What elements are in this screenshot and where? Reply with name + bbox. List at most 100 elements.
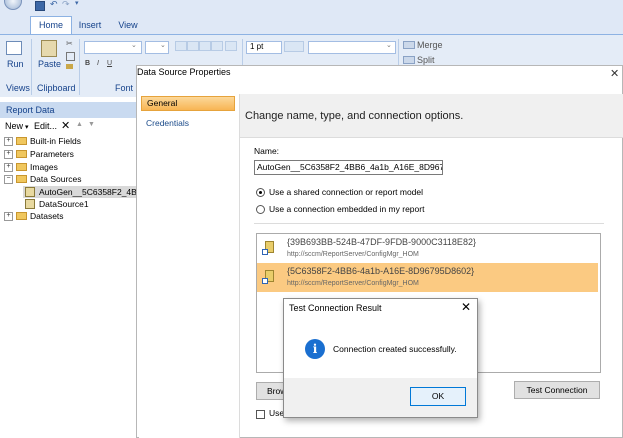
align-center-button[interactable] (187, 41, 199, 51)
italic-button[interactable]: I (97, 60, 99, 67)
tree-item-autogen-data-source[interactable]: AutoGen__5C6358F2_4BB6 (23, 186, 136, 198)
bold-button[interactable]: B (85, 60, 90, 67)
dialog-nav-pane (139, 94, 240, 438)
align-right-button[interactable] (199, 41, 211, 51)
format-painter-icon[interactable] (66, 64, 73, 69)
group-label-font: Font (115, 83, 134, 93)
report-data-title: Report Data (0, 102, 136, 118)
cut-icon[interactable]: ✂ (66, 39, 73, 48)
ribbon-tabs: Home Insert View (0, 12, 623, 34)
chevron-down-icon: ⌄ (160, 42, 166, 49)
tree-item-label: Built-in Fields (30, 136, 82, 146)
folder-icon (16, 137, 27, 145)
name-input[interactable]: AutoGen__5C6358F2_4BB6_4a1b_A16E_8D96795… (254, 160, 443, 175)
connection-path: http://sccm/ReportServer/ConfigMgr_HOM (287, 251, 419, 258)
tree-item-data-sources[interactable]: − Data Sources (4, 174, 134, 185)
undo-icon[interactable]: ↶ (50, 0, 58, 10)
run-icon (6, 41, 22, 55)
chevron-down-icon: ⌄ (131, 42, 137, 49)
tree-item-label: AutoGen__5C6358F2_4BB6 (39, 187, 136, 197)
connection-name: {39B693BB-524B-47DF-9FDB-9000C3118E82} (287, 237, 476, 247)
tree-item-images[interactable]: + Images (4, 162, 134, 173)
radio-embedded-connection[interactable] (256, 205, 265, 214)
collapse-icon[interactable]: − (4, 175, 13, 184)
indent-button[interactable] (225, 41, 237, 51)
close-icon[interactable]: ✕ (610, 67, 619, 80)
expand-icon[interactable]: + (4, 150, 13, 159)
chevron-down-icon: ▾ (23, 124, 29, 131)
folder-icon (16, 212, 27, 220)
tree-item-datasets[interactable]: + Datasets (4, 211, 134, 222)
data-source-icon (25, 199, 35, 209)
test-connection-button[interactable]: Test Connection (514, 381, 600, 399)
ok-button[interactable]: OK (410, 387, 466, 406)
shared-data-source-icon (262, 241, 275, 256)
single-transaction-checkbox[interactable] (256, 410, 265, 419)
style-dropdown[interactable] (308, 41, 396, 54)
expand-icon[interactable]: + (4, 137, 13, 146)
folder-icon (16, 150, 27, 158)
connection-path: http://sccm/ReportServer/ConfigMgr_HOM (287, 280, 419, 287)
expand-icon[interactable]: + (4, 163, 13, 172)
border-width-value: 1 pt (250, 42, 264, 51)
move-down-icon[interactable]: ▼ (88, 121, 95, 128)
border-color-button[interactable] (284, 41, 304, 52)
split-label: Split (417, 55, 435, 65)
expand-icon[interactable]: + (4, 212, 13, 221)
paste-button[interactable]: Paste (36, 39, 62, 71)
folder-icon (16, 163, 27, 171)
tree-item-label: Parameters (30, 149, 74, 159)
paste-icon (41, 40, 57, 57)
connection-name: {5C6358F2-4BB6-4a1b-A16E-8D96795D8602} (287, 266, 475, 276)
popup-title: Test Connection Result (289, 303, 382, 313)
list-item[interactable]: {5C6358F2-4BB6-4a1b-A16E-8D96795D8602} h… (257, 263, 598, 292)
merge-icon (403, 41, 415, 49)
divider (254, 223, 604, 224)
tab-insert[interactable]: Insert (74, 17, 106, 34)
dialog-title: Data Source Properties (137, 67, 231, 77)
radio-embedded-label: Use a connection embedded in my report (269, 204, 425, 214)
tree-item-label: DataSource1 (39, 199, 89, 209)
shared-data-source-icon (262, 270, 275, 285)
merge-label: Merge (417, 40, 443, 50)
nav-item-credentials[interactable]: Credentials (146, 118, 189, 128)
align-justify-button[interactable] (211, 41, 223, 51)
move-up-icon[interactable]: ▲ (76, 121, 83, 128)
report-data-toolbar: New ▾ Edit... ✕ ▲ ▼ (0, 119, 136, 133)
align-left-button[interactable] (175, 41, 187, 51)
close-icon[interactable]: ✕ (461, 300, 471, 314)
group-label-clipboard: Clipboard (37, 83, 76, 93)
paste-label: Paste (38, 59, 62, 69)
run-button[interactable]: Run (3, 39, 25, 71)
group-label-views: Views (6, 83, 30, 93)
qat-dropdown-icon[interactable]: ▾ (75, 0, 79, 7)
redo-icon[interactable]: ↷ (62, 0, 70, 10)
tree-item-parameters[interactable]: + Parameters (4, 149, 134, 160)
tree-item-datasource1[interactable]: DataSource1 (23, 199, 133, 210)
tab-home[interactable]: Home (30, 16, 72, 34)
folder-open-icon (16, 175, 27, 183)
app-orb-icon[interactable] (4, 0, 22, 10)
border-width-dropdown[interactable]: 1 pt (246, 41, 282, 54)
nav-item-general[interactable]: General (141, 96, 235, 111)
data-source-icon (25, 187, 35, 197)
list-item[interactable]: {39B693BB-524B-47DF-9FDB-9000C3118E82} h… (257, 234, 598, 263)
info-icon: i (305, 339, 325, 359)
popup-message: Connection created successfully. (333, 344, 457, 354)
delete-icon[interactable]: ✕ (61, 119, 70, 132)
new-label: New (5, 121, 24, 131)
name-label: Name: (254, 146, 280, 156)
split-icon (403, 56, 415, 64)
tree-item-label: Images (30, 162, 58, 172)
save-icon[interactable] (35, 1, 45, 11)
tab-view[interactable]: View (113, 17, 143, 34)
edit-button[interactable]: Edit... (34, 121, 57, 131)
tree-item-built-in-fields[interactable]: + Built-in Fields (4, 136, 134, 147)
new-menu-button[interactable]: New ▾ (5, 121, 28, 131)
copy-icon[interactable] (66, 52, 75, 61)
radio-shared-label: Use a shared connection or report model (269, 187, 424, 197)
underline-button[interactable]: U (107, 60, 112, 67)
radio-shared-connection[interactable] (256, 188, 265, 197)
tree-item-label: Data Sources (30, 174, 82, 184)
run-label: Run (7, 59, 24, 69)
